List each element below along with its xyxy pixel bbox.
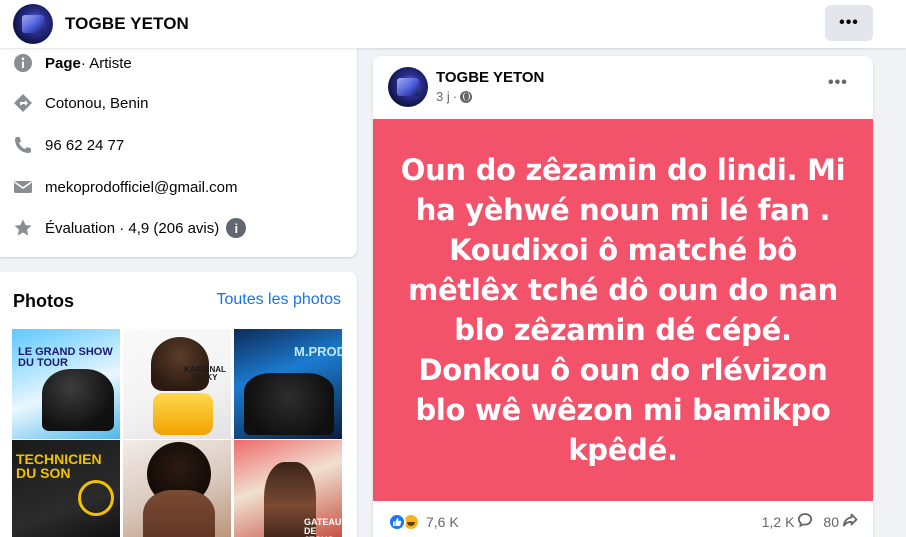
page-header: TOGBE YETON ••• <box>0 0 906 48</box>
photos-card: Photos Toutes les photos LE GRAND SHOW D… <box>0 272 357 537</box>
photo-figure <box>42 369 114 431</box>
rating-row: Évaluation · 4,9 (206 avis) i <box>12 217 247 239</box>
photo-figure <box>151 337 209 391</box>
photo-thumbnail[interactable] <box>123 440 231 537</box>
category-label: · Artiste <box>80 54 132 72</box>
post-more-options-button[interactable]: ••• <box>828 74 848 92</box>
share-count-item[interactable]: 80 <box>823 512 858 531</box>
email-row: mekoprodofficiel@gmail.com <box>12 176 238 198</box>
email-text[interactable]: mekoprodofficiel@gmail.com <box>45 179 238 196</box>
photo-thumbnail[interactable]: KARDINAL RICKY <box>123 329 231 439</box>
photos-title: Photos <box>13 291 74 311</box>
reactions-summary[interactable]: 7,6 K <box>388 512 459 532</box>
photo-thumbnail[interactable]: LE GRAND SHOW DU TOUR <box>12 329 120 439</box>
post-meta: 3 j · <box>436 89 473 104</box>
location-text[interactable]: Cotonou, Benin <box>45 95 148 112</box>
phone-row: 96 62 24 77 <box>12 134 124 156</box>
share-count: 80 <box>823 513 839 530</box>
photo-caption: LE GRAND SHOW DU TOUR <box>18 346 113 369</box>
globe-icon <box>460 90 473 103</box>
page-avatar[interactable] <box>13 4 53 44</box>
meta-separator: · <box>452 89 458 104</box>
all-photos-link[interactable]: Toutes les photos <box>216 291 341 309</box>
post-text-background: Oun do zêzamin do lindi. Mi ha yèhwé nou… <box>373 119 873 501</box>
page-title[interactable]: TOGBE YETON <box>65 14 189 34</box>
phone-text[interactable]: 96 62 24 77 <box>45 137 124 154</box>
more-options-button[interactable]: ••• <box>825 5 873 41</box>
comment-count: 1,2 K <box>761 513 795 530</box>
photo-caption: M.PROD <box>294 344 342 359</box>
post-card: TOGBE YETON 3 j · ••• Oun do zêzamin do … <box>373 56 873 537</box>
photo-thumbnail[interactable]: TECHNICIEN DU SON <box>12 440 120 537</box>
photo-caption: GATEAU DE JESUS <box>304 517 342 537</box>
directions-icon <box>12 92 34 114</box>
location-row: Cotonou, Benin <box>12 92 148 114</box>
comment-icon <box>794 512 813 531</box>
photo-figure <box>143 490 215 537</box>
category-row: Page · Artiste <box>12 52 132 74</box>
intro-card: Page · Artiste Cotonou, Benin 96 62 24 7… <box>0 30 357 257</box>
photo-thumbnail[interactable]: M.PROD <box>234 329 342 439</box>
rating-info-icon[interactable]: i <box>226 218 247 238</box>
photo-figure <box>244 373 334 435</box>
photo-caption: TECHNICIEN DU SON <box>16 451 102 481</box>
rating-text[interactable]: Évaluation · 4,9 (206 avis) <box>45 220 219 237</box>
post-text: Oun do zêzamin do lindi. Mi ha yèhwé nou… <box>400 153 846 467</box>
info-icon <box>12 52 34 74</box>
comment-count-item[interactable]: 1,2 K <box>762 512 814 531</box>
email-icon <box>12 176 34 198</box>
post-author-name[interactable]: TOGBE YETON <box>436 69 544 86</box>
photo-caption: KARDINAL RICKY <box>184 365 226 382</box>
category-label-strong: Page <box>45 54 81 72</box>
engagement-counts: 1,2 K 80 <box>752 512 858 531</box>
phone-icon <box>12 134 34 156</box>
star-icon <box>12 217 34 239</box>
photo-thumbnail[interactable]: GATEAU DE JESUS <box>234 440 342 537</box>
share-icon <box>839 512 858 531</box>
post-author-avatar[interactable] <box>388 67 428 107</box>
photo-logo <box>78 480 114 516</box>
reaction-count[interactable]: 7,6 K <box>426 514 459 530</box>
post-time[interactable]: 3 j <box>436 89 450 104</box>
like-icon <box>388 513 406 531</box>
photo-figure <box>153 393 213 435</box>
